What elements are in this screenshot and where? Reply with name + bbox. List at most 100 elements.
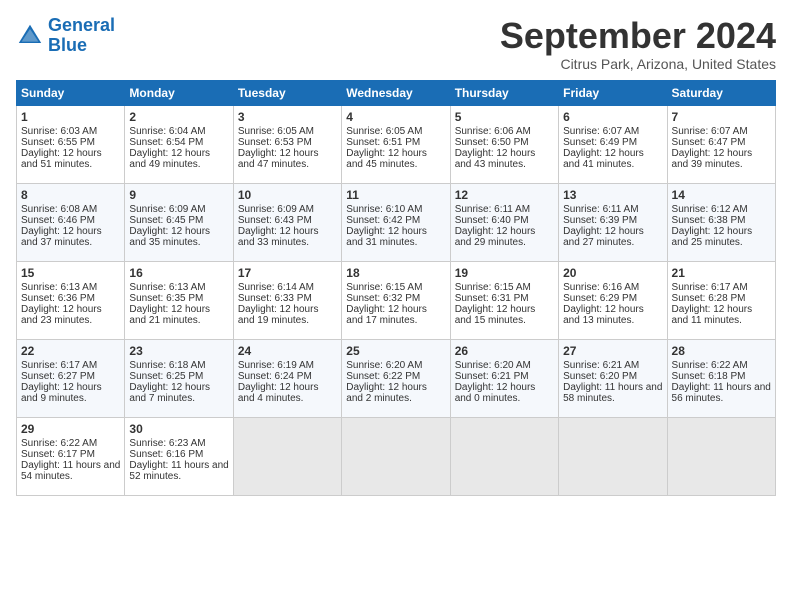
sunset-label: Sunset: 6:39 PM <box>563 215 637 226</box>
daylight-label: Daylight: 12 hours and 11 minutes. <box>672 304 753 326</box>
sunset-label: Sunset: 6:33 PM <box>238 293 312 304</box>
sunrise-label: Sunrise: 6:08 AM <box>21 204 97 215</box>
day-number: 14 <box>672 188 771 202</box>
calendar-cell: 5Sunrise: 6:06 AMSunset: 6:50 PMDaylight… <box>450 105 558 183</box>
sunset-label: Sunset: 6:21 PM <box>455 371 529 382</box>
sunrise-label: Sunrise: 6:03 AM <box>21 126 97 137</box>
day-number: 26 <box>455 344 554 358</box>
calendar-cell: 6Sunrise: 6:07 AMSunset: 6:49 PMDaylight… <box>559 105 667 183</box>
calendar-cell: 2Sunrise: 6:04 AMSunset: 6:54 PMDaylight… <box>125 105 233 183</box>
sunrise-label: Sunrise: 6:05 AM <box>238 126 314 137</box>
calendar-cell: 7Sunrise: 6:07 AMSunset: 6:47 PMDaylight… <box>667 105 775 183</box>
col-saturday: Saturday <box>667 80 775 105</box>
daylight-label: Daylight: 12 hours and 41 minutes. <box>563 148 644 170</box>
calendar-cell: 9Sunrise: 6:09 AMSunset: 6:45 PMDaylight… <box>125 183 233 261</box>
col-friday: Friday <box>559 80 667 105</box>
sunset-label: Sunset: 6:32 PM <box>346 293 420 304</box>
calendar-cell: 4Sunrise: 6:05 AMSunset: 6:51 PMDaylight… <box>342 105 450 183</box>
day-number: 2 <box>129 110 228 124</box>
calendar-cell: 17Sunrise: 6:14 AMSunset: 6:33 PMDayligh… <box>233 261 341 339</box>
day-number: 17 <box>238 266 337 280</box>
daylight-label: Daylight: 12 hours and 35 minutes. <box>129 226 210 248</box>
sunrise-label: Sunrise: 6:14 AM <box>238 282 314 293</box>
calendar-cell: 30Sunrise: 6:23 AMSunset: 6:16 PMDayligh… <box>125 417 233 495</box>
day-number: 4 <box>346 110 445 124</box>
col-sunday: Sunday <box>17 80 125 105</box>
sunset-label: Sunset: 6:28 PM <box>672 293 746 304</box>
sunset-label: Sunset: 6:31 PM <box>455 293 529 304</box>
calendar-cell <box>233 417 341 495</box>
calendar-cell: 26Sunrise: 6:20 AMSunset: 6:21 PMDayligh… <box>450 339 558 417</box>
calendar-cell: 20Sunrise: 6:16 AMSunset: 6:29 PMDayligh… <box>559 261 667 339</box>
sunset-label: Sunset: 6:18 PM <box>672 371 746 382</box>
sunset-label: Sunset: 6:47 PM <box>672 137 746 148</box>
sunrise-label: Sunrise: 6:10 AM <box>346 204 422 215</box>
daylight-label: Daylight: 12 hours and 49 minutes. <box>129 148 210 170</box>
calendar-cell: 10Sunrise: 6:09 AMSunset: 6:43 PMDayligh… <box>233 183 341 261</box>
daylight-label: Daylight: 12 hours and 37 minutes. <box>21 226 102 248</box>
calendar-cell <box>559 417 667 495</box>
calendar-week-2: 8Sunrise: 6:08 AMSunset: 6:46 PMDaylight… <box>17 183 776 261</box>
sunset-label: Sunset: 6:27 PM <box>21 371 95 382</box>
calendar-cell: 12Sunrise: 6:11 AMSunset: 6:40 PMDayligh… <box>450 183 558 261</box>
sunset-label: Sunset: 6:35 PM <box>129 293 203 304</box>
title-block: September 2024 Citrus Park, Arizona, Uni… <box>500 16 776 72</box>
calendar-cell: 1Sunrise: 6:03 AMSunset: 6:55 PMDaylight… <box>17 105 125 183</box>
daylight-label: Daylight: 12 hours and 25 minutes. <box>672 226 753 248</box>
sunset-label: Sunset: 6:51 PM <box>346 137 420 148</box>
day-number: 22 <box>21 344 120 358</box>
daylight-label: Daylight: 12 hours and 13 minutes. <box>563 304 644 326</box>
calendar-cell: 14Sunrise: 6:12 AMSunset: 6:38 PMDayligh… <box>667 183 775 261</box>
daylight-label: Daylight: 11 hours and 56 minutes. <box>672 382 771 404</box>
daylight-label: Daylight: 11 hours and 52 minutes. <box>129 460 228 482</box>
sunset-label: Sunset: 6:29 PM <box>563 293 637 304</box>
day-number: 11 <box>346 188 445 202</box>
logo-icon <box>16 22 44 50</box>
sunrise-label: Sunrise: 6:07 AM <box>672 126 748 137</box>
sunset-label: Sunset: 6:25 PM <box>129 371 203 382</box>
logo-text: General Blue <box>48 16 115 56</box>
day-number: 23 <box>129 344 228 358</box>
sunrise-label: Sunrise: 6:16 AM <box>563 282 639 293</box>
day-number: 3 <box>238 110 337 124</box>
day-number: 28 <box>672 344 771 358</box>
sunrise-label: Sunrise: 6:11 AM <box>563 204 638 215</box>
calendar-cell: 11Sunrise: 6:10 AMSunset: 6:42 PMDayligh… <box>342 183 450 261</box>
page-container: General Blue September 2024 Citrus Park,… <box>0 0 792 504</box>
daylight-label: Daylight: 12 hours and 45 minutes. <box>346 148 427 170</box>
sunrise-label: Sunrise: 6:15 AM <box>455 282 531 293</box>
sunset-label: Sunset: 6:38 PM <box>672 215 746 226</box>
sunset-label: Sunset: 6:20 PM <box>563 371 637 382</box>
sunrise-label: Sunrise: 6:11 AM <box>455 204 530 215</box>
sunset-label: Sunset: 6:46 PM <box>21 215 95 226</box>
sunrise-label: Sunrise: 6:17 AM <box>672 282 748 293</box>
calendar-cell: 23Sunrise: 6:18 AMSunset: 6:25 PMDayligh… <box>125 339 233 417</box>
daylight-label: Daylight: 12 hours and 29 minutes. <box>455 226 536 248</box>
logo: General Blue <box>16 16 115 56</box>
sunrise-label: Sunrise: 6:23 AM <box>129 438 205 449</box>
day-number: 30 <box>129 422 228 436</box>
calendar-cell: 29Sunrise: 6:22 AMSunset: 6:17 PMDayligh… <box>17 417 125 495</box>
calendar-week-3: 15Sunrise: 6:13 AMSunset: 6:36 PMDayligh… <box>17 261 776 339</box>
day-number: 15 <box>21 266 120 280</box>
daylight-label: Daylight: 12 hours and 7 minutes. <box>129 382 210 404</box>
daylight-label: Daylight: 12 hours and 2 minutes. <box>346 382 427 404</box>
calendar-cell: 22Sunrise: 6:17 AMSunset: 6:27 PMDayligh… <box>17 339 125 417</box>
calendar-cell: 18Sunrise: 6:15 AMSunset: 6:32 PMDayligh… <box>342 261 450 339</box>
sunrise-label: Sunrise: 6:17 AM <box>21 360 97 371</box>
sunrise-label: Sunrise: 6:22 AM <box>672 360 748 371</box>
day-number: 24 <box>238 344 337 358</box>
col-wednesday: Wednesday <box>342 80 450 105</box>
sunrise-label: Sunrise: 6:22 AM <box>21 438 97 449</box>
daylight-label: Daylight: 12 hours and 27 minutes. <box>563 226 644 248</box>
calendar-table: Sunday Monday Tuesday Wednesday Thursday… <box>16 80 776 496</box>
calendar-cell <box>667 417 775 495</box>
daylight-label: Daylight: 12 hours and 4 minutes. <box>238 382 319 404</box>
calendar-week-1: 1Sunrise: 6:03 AMSunset: 6:55 PMDaylight… <box>17 105 776 183</box>
daylight-label: Daylight: 12 hours and 51 minutes. <box>21 148 102 170</box>
calendar-cell: 13Sunrise: 6:11 AMSunset: 6:39 PMDayligh… <box>559 183 667 261</box>
col-thursday: Thursday <box>450 80 558 105</box>
sunset-label: Sunset: 6:55 PM <box>21 137 95 148</box>
sunrise-label: Sunrise: 6:19 AM <box>238 360 314 371</box>
daylight-label: Daylight: 12 hours and 47 minutes. <box>238 148 319 170</box>
